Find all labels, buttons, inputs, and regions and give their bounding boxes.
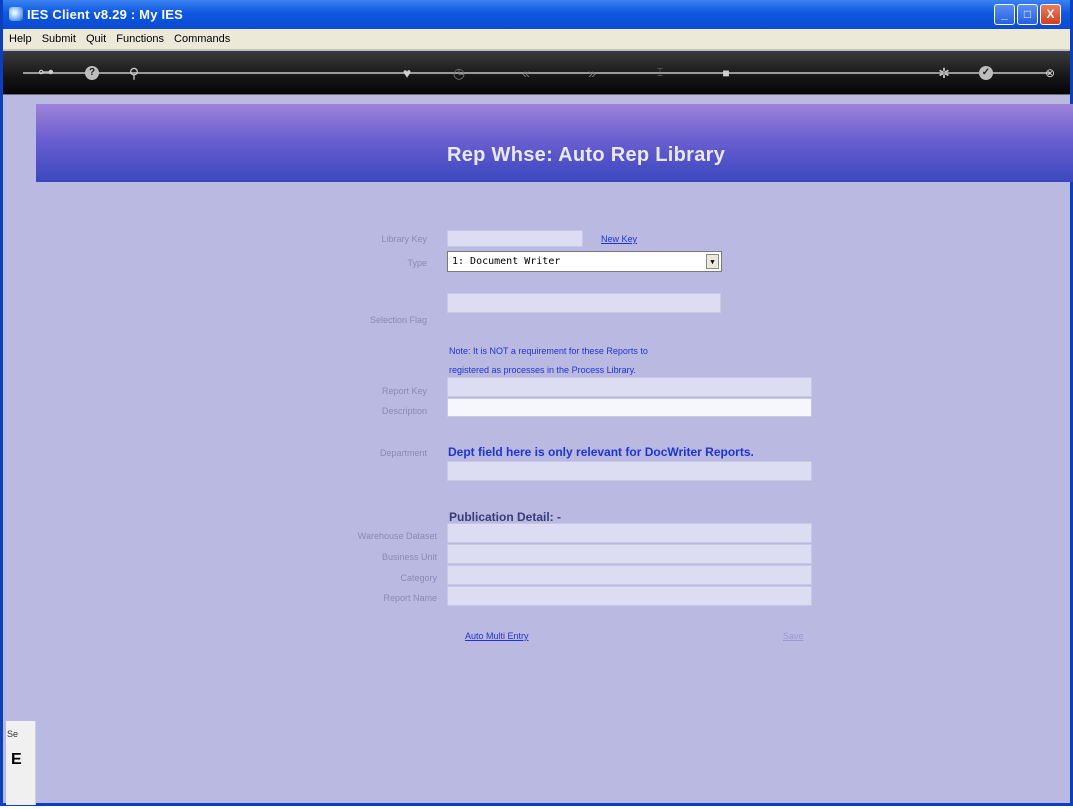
settings-icon[interactable]: ✲ (933, 63, 955, 83)
description-field[interactable] (447, 398, 812, 417)
selection-flag-label: Selection Flag (369, 315, 427, 325)
stop-icon[interactable]: ■ (715, 63, 737, 83)
back-icon[interactable]: « (515, 63, 537, 83)
menu-submit[interactable]: Submit (38, 29, 79, 45)
minimize-button[interactable]: _ (994, 4, 1015, 25)
report-key-label: Report Key (381, 386, 427, 396)
description-label: Description (381, 406, 427, 416)
type-label: Type (407, 258, 427, 268)
category-label: Category (400, 573, 437, 583)
close-button[interactable]: X (1040, 4, 1061, 25)
category-field[interactable] (447, 565, 812, 585)
side-panel: Se E (6, 721, 36, 805)
page-title: Rep Whse: Auto Rep Library (447, 144, 726, 166)
window-title: IES Client v8.29 : My IES (27, 7, 183, 22)
department-label: Department (379, 448, 427, 458)
menu-bar: Help Submit Quit Functions Commands (3, 29, 1070, 50)
report-key-field[interactable] (447, 377, 812, 397)
business-unit-field[interactable] (447, 544, 812, 564)
app-icon (9, 7, 23, 21)
page-banner: Rep Whse: Auto Rep Library (36, 104, 1073, 182)
report-name-label: Report Name (383, 593, 437, 603)
side-panel-top-text: Se (7, 729, 19, 739)
menu-commands[interactable]: Commands (170, 29, 233, 45)
side-panel-bottom-text: E (11, 751, 22, 768)
chevron-down-icon[interactable]: ▼ (706, 254, 719, 269)
report-name-field[interactable] (447, 586, 812, 606)
auto-multi-entry-link[interactable]: Auto Multi Entry (465, 631, 529, 641)
save-button[interactable]: Save (783, 631, 804, 641)
forward-icon[interactable]: » (581, 63, 603, 83)
key-icon[interactable]: ⊶ (35, 63, 57, 83)
menu-help[interactable]: Help (3, 29, 35, 45)
note-line-1: Note: It is NOT a requirement for these … (449, 346, 648, 356)
insert-icon[interactable]: ⌶ (649, 63, 671, 83)
warehouse-dataset-field[interactable] (447, 523, 812, 543)
heart-icon[interactable]: ♥ (396, 63, 418, 83)
title-bar: IES Client v8.29 : My IES _ □ X (3, 0, 1070, 29)
selection-flag-field[interactable] (447, 293, 721, 313)
toolbar: ⊶ ? ⚲ ♥ ◷ « » ⌶ ■ ✲ ✓ ⊗ (3, 51, 1070, 95)
type-select-value: 1: Document Writer (452, 256, 561, 267)
department-field[interactable] (447, 461, 812, 481)
publication-heading: Publication Detail: - (449, 510, 562, 524)
menu-functions[interactable]: Functions (112, 29, 167, 45)
clock-icon[interactable]: ◷ (448, 63, 470, 83)
help-icon[interactable]: ? (85, 66, 99, 80)
note-line-2: registered as processes in the Process L… (449, 365, 636, 375)
app-window: IES Client v8.29 : My IES _ □ X Help Sub… (0, 0, 1073, 806)
close-icon[interactable]: ⊗ (1039, 63, 1061, 83)
business-unit-label: Business Unit (381, 552, 437, 562)
new-key-link[interactable]: New Key (601, 234, 637, 244)
maximize-button[interactable]: □ (1017, 4, 1038, 25)
library-key-label: Library Key (381, 234, 427, 244)
department-note: Dept field here is only relevant for Doc… (448, 445, 754, 459)
menu-quit[interactable]: Quit (82, 29, 109, 45)
search-icon[interactable]: ⚲ (123, 63, 145, 83)
warehouse-dataset-label: Warehouse Dataset (357, 531, 437, 541)
library-key-field[interactable] (447, 230, 583, 247)
check-icon[interactable]: ✓ (979, 66, 993, 80)
type-select[interactable]: 1: Document Writer ▼ (447, 251, 722, 272)
